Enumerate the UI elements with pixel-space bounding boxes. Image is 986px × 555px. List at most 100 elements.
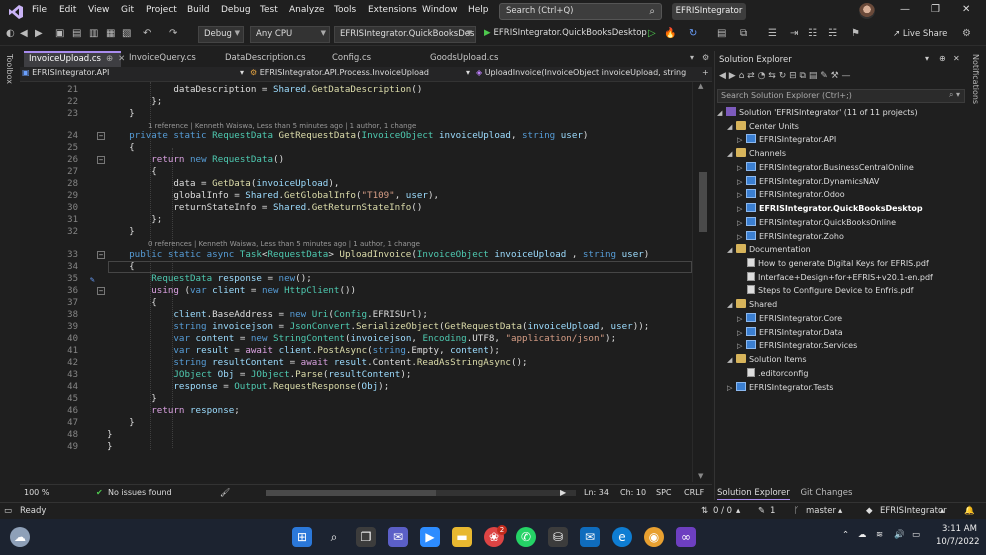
- tray-overflow-icon[interactable]: ⌃: [842, 530, 849, 540]
- whatsapp-icon[interactable]: ✆: [516, 527, 536, 547]
- collapse-all-icon[interactable]: ⊟: [789, 71, 799, 81]
- switch-views-icon[interactable]: ⇄: [747, 71, 757, 81]
- save-icon[interactable]: ▦: [106, 28, 115, 39]
- tree-item-project[interactable]: ▷ EFRISIntegrator.Tests: [727, 381, 833, 394]
- project-dropdown[interactable]: ▣ EFRISIntegrator.API ▾: [22, 68, 246, 81]
- horizontal-scrollbar[interactable]: [266, 490, 576, 496]
- home-icon[interactable]: ⌂: [739, 71, 748, 81]
- tree-item-project[interactable]: ▷ EFRISIntegrator.DynamicsNAV: [737, 175, 879, 188]
- changes-count[interactable]: 1: [770, 506, 775, 516]
- search-input[interactable]: Search (Ctrl+Q) ⌕: [499, 3, 662, 20]
- menu-build[interactable]: Build: [187, 5, 210, 15]
- settings-icon[interactable]: ⚙: [702, 53, 709, 62]
- clock-date[interactable]: 10/7/2022: [936, 537, 980, 547]
- notifications-tab[interactable]: Notifications: [971, 54, 980, 104]
- tree-item-folder[interactable]: ◢ Documentation: [727, 243, 811, 256]
- split-icon[interactable]: +: [702, 68, 709, 77]
- file-explorer-icon[interactable]: ▬: [452, 527, 472, 547]
- pane-options-icon[interactable]: ▾: [925, 54, 929, 63]
- pending-changes-icon[interactable]: ◔: [758, 71, 769, 81]
- refresh-icon[interactable]: ↻: [779, 71, 789, 81]
- navigate-back-icon[interactable]: ◀: [20, 28, 28, 39]
- tree-item-project[interactable]: ▷ EFRISIntegrator.BusinessCentralOnline: [737, 161, 914, 174]
- start-icon[interactable]: ⊞: [292, 527, 312, 547]
- indent-icon[interactable]: ⇥: [790, 28, 798, 39]
- bookmark-icon[interactable]: ⚑: [851, 28, 860, 39]
- menu-test[interactable]: Test: [260, 5, 278, 15]
- code-editor[interactable]: 21 dataDescription = Shared.GetDataDescr…: [20, 82, 692, 482]
- wifi-icon[interactable]: ≋: [876, 530, 883, 540]
- menu-analyze[interactable]: Analyze: [289, 5, 324, 15]
- open-file-icon[interactable]: ▥: [89, 28, 98, 39]
- line-ending[interactable]: CRLF: [684, 488, 704, 497]
- new-item-icon[interactable]: ▣: [55, 28, 64, 39]
- cleanup-icon[interactable]: 🖌: [220, 488, 230, 497]
- push-pull-count[interactable]: 0 / 0: [713, 506, 732, 516]
- tree-item-file[interactable]: How to generate Digital Keys for EFRIS.p…: [747, 257, 929, 270]
- menu-extensions[interactable]: Extensions: [368, 5, 417, 15]
- properties-icon[interactable]: ✎: [820, 71, 830, 81]
- tree-item-file[interactable]: Steps to Configure Device to Enfris.pdf: [747, 284, 913, 297]
- chrome-icon[interactable]: ◉: [644, 527, 664, 547]
- wrench-icon[interactable]: ⚒: [831, 71, 842, 81]
- back-icon[interactable]: ◐: [6, 28, 15, 39]
- issues-label[interactable]: No issues found: [108, 488, 172, 497]
- tab-invoicequery[interactable]: InvoiceQuery.cs: [124, 51, 218, 67]
- tree-item-file[interactable]: .editorconfig: [747, 367, 808, 380]
- back-icon[interactable]: ◀: [719, 71, 729, 81]
- visual-studio-icon[interactable]: ∞: [676, 527, 696, 547]
- teams-chat-icon[interactable]: ✉: [388, 527, 408, 547]
- minimize-icon[interactable]: —: [900, 4, 910, 15]
- tree-item-solution[interactable]: ◢ Solution 'EFRISIntegrator' (11 of 11 pr…: [717, 106, 918, 119]
- pin-icon[interactable]: ⊕: [939, 54, 946, 63]
- pin-icon[interactable]: ⊕: [106, 54, 113, 64]
- menu-view[interactable]: View: [88, 5, 109, 15]
- onedrive-icon[interactable]: ☁: [858, 530, 867, 540]
- tree-item-project[interactable]: ▷ EFRISIntegrator.Zoho: [737, 230, 844, 243]
- menu-git[interactable]: Git: [121, 5, 134, 15]
- tab-goodsupload[interactable]: GoodsUpload.cs: [425, 51, 515, 67]
- layout-icon[interactable]: ▤: [717, 28, 726, 39]
- tab-solution-explorer[interactable]: Solution Explorer: [717, 488, 790, 500]
- search-icon[interactable]: ⌕: [324, 527, 344, 547]
- menu-edit[interactable]: Edit: [59, 5, 76, 15]
- forward-icon[interactable]: ▶: [729, 71, 739, 81]
- notification-bell-icon[interactable]: 🔔: [964, 506, 975, 516]
- store-icon[interactable]: ⛁: [548, 527, 568, 547]
- git-repository[interactable]: EFRISIntegrator: [880, 506, 947, 516]
- zoom-level[interactable]: 100 %: [24, 488, 49, 497]
- uncomment-icon[interactable]: ☵: [828, 28, 837, 39]
- live-share-button[interactable]: ↗ Live Share: [893, 29, 947, 39]
- menu-debug[interactable]: Debug: [221, 5, 251, 15]
- tree-item-folder[interactable]: ◢ Solution Items: [727, 353, 807, 366]
- menu-file[interactable]: File: [32, 5, 47, 15]
- tab-config[interactable]: Config.cs: [327, 51, 391, 67]
- more-icon[interactable]: —: [842, 71, 851, 81]
- toolbox-tab[interactable]: Toolbox: [5, 54, 14, 84]
- tree-item-project[interactable]: ▷ EFRISIntegrator.Data: [737, 326, 843, 339]
- tree-item-project[interactable]: ▷ EFRISIntegrator.Services: [737, 339, 857, 352]
- close-icon[interactable]: ✕: [962, 4, 970, 15]
- quick-action-icon[interactable]: ✎: [90, 275, 95, 284]
- column-number[interactable]: Ch: 10: [620, 488, 646, 497]
- start-without-debugging-icon[interactable]: ▷: [648, 28, 656, 39]
- tab-datadescription[interactable]: DataDescription.cs: [220, 51, 325, 67]
- menu-tools[interactable]: Tools: [334, 5, 356, 15]
- start-debugging-button[interactable]: ▶ EFRISIntegrator.QuickBooksDesktop: [482, 26, 649, 43]
- task-view-icon[interactable]: ❐: [356, 527, 376, 547]
- show-all-files-icon[interactable]: ⧉: [800, 71, 809, 81]
- browser-link-icon[interactable]: ⧉: [740, 28, 747, 39]
- menu-window[interactable]: Window: [422, 5, 458, 15]
- tree-item-startup-project[interactable]: ▷ EFRISIntegrator.QuickBooksDesktop: [737, 202, 923, 215]
- align-icon[interactable]: ☰: [768, 28, 777, 39]
- tree-item-file[interactable]: Interface+Design+for+EFRIS+v20.1-en.pdf: [747, 271, 933, 284]
- tree-item-project[interactable]: ▷ EFRISIntegrator.API: [737, 133, 836, 146]
- tree-item-folder[interactable]: ◢ Channels: [727, 147, 786, 160]
- open-folder-icon[interactable]: ▤: [72, 28, 81, 39]
- restore-icon[interactable]: ❐: [931, 4, 940, 15]
- tree-item-folder[interactable]: ◢ Center Units: [727, 120, 799, 133]
- battery-icon[interactable]: ▭: [912, 530, 920, 540]
- undo-icon[interactable]: ↶: [143, 28, 151, 39]
- save-all-icon[interactable]: ▧: [122, 28, 131, 39]
- class-dropdown[interactable]: ⚙ EFRISIntegrator.API.Process.InvoiceUpl…: [250, 68, 472, 81]
